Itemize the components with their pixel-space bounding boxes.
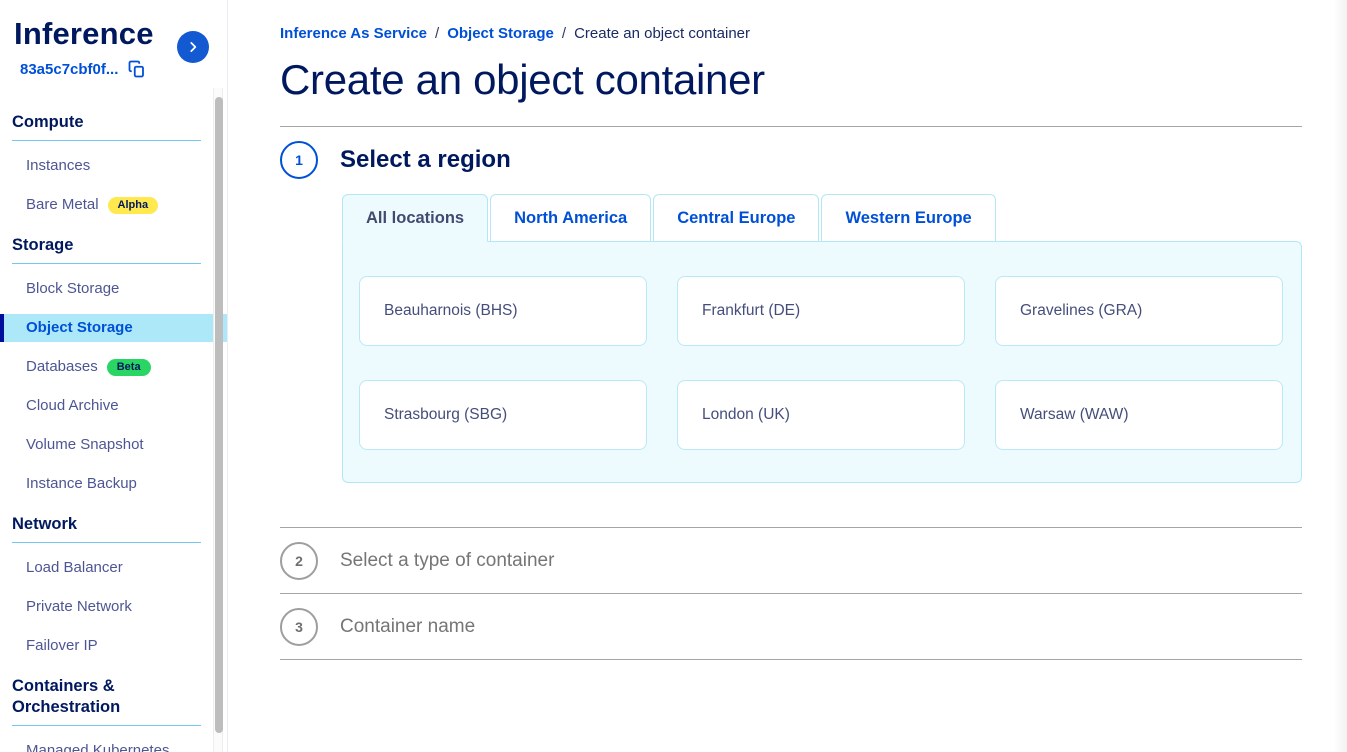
- sidebar-item-instance-backup[interactable]: Instance Backup: [0, 470, 227, 498]
- sidebar-item-label: Managed Kubernetes Service: [26, 741, 219, 752]
- section-title-network: Network: [12, 514, 201, 535]
- tab-all-locations[interactable]: All locations: [342, 194, 488, 242]
- app-window: Inference 83a5c7cbf0f...: [0, 0, 1347, 752]
- step-1-title: Select a region: [340, 146, 511, 174]
- sidebar-item-label: Block Storage: [26, 279, 119, 299]
- copy-service-id-button[interactable]: [128, 60, 146, 78]
- step-2-title: Select a type of container: [340, 550, 554, 572]
- alpha-badge: Alpha: [108, 197, 159, 214]
- chevron-right-icon: [186, 40, 200, 54]
- section-title-storage: Storage: [12, 235, 201, 256]
- step-3-number-badge: 3: [280, 608, 318, 646]
- section-underline: [12, 140, 201, 141]
- breadcrumb-current: Create an object container: [574, 25, 750, 42]
- sidebar-item-load-balancer[interactable]: Load Balancer: [0, 554, 227, 582]
- sidebar-item-instances[interactable]: Instances: [0, 152, 227, 180]
- section-underline: [12, 725, 201, 726]
- sidebar-item-label: Load Balancer: [26, 558, 123, 578]
- beta-badge: Beta: [107, 359, 151, 376]
- region-panel: Beauharnois (BHS) Frankfurt (DE) Graveli…: [342, 241, 1302, 483]
- sidebar-item-bare-metal[interactable]: Bare Metal Alpha: [0, 191, 227, 219]
- main-content: Inference As Service / Object Storage / …: [228, 0, 1347, 752]
- section-underline: [12, 263, 201, 264]
- sidebar-item-volume-snapshot[interactable]: Volume Snapshot: [0, 431, 227, 459]
- breadcrumb: Inference As Service / Object Storage / …: [280, 25, 1302, 42]
- breadcrumb-separator: /: [562, 25, 566, 42]
- step-1-number-badge: 1: [280, 141, 318, 179]
- region-card-sbg[interactable]: Strasbourg (SBG): [359, 380, 647, 450]
- sidebar-item-label: Private Network: [26, 597, 132, 617]
- sidebar-item-label: Bare Metal: [26, 195, 99, 215]
- sidebar-item-label: Object Storage: [26, 318, 133, 338]
- divider: [280, 659, 1302, 660]
- sidebar-item-cloud-archive[interactable]: Cloud Archive: [0, 392, 227, 420]
- divider: [280, 126, 1302, 127]
- breadcrumb-link-inference-as-service[interactable]: Inference As Service: [280, 25, 427, 42]
- sidebar-item-private-network[interactable]: Private Network: [0, 593, 227, 621]
- sidebar-item-label: Databases: [26, 357, 98, 377]
- step-3-title: Container name: [340, 616, 475, 638]
- region-card-bhs[interactable]: Beauharnois (BHS): [359, 276, 647, 346]
- region-card-gra[interactable]: Gravelines (GRA): [995, 276, 1283, 346]
- sidebar-nav: Compute Instances Bare Metal Alpha Stora…: [0, 88, 227, 752]
- sidebar-item-object-storage[interactable]: Object Storage: [0, 314, 227, 342]
- sidebar-item-block-storage[interactable]: Block Storage: [0, 275, 227, 303]
- sidebar-item-label: Volume Snapshot: [26, 435, 144, 455]
- sidebar-item-label: Failover IP: [26, 636, 98, 656]
- sidebar-scrollbar-track[interactable]: [213, 88, 223, 752]
- sidebar-item-managed-kubernetes[interactable]: Managed Kubernetes Service: [0, 737, 227, 752]
- sidebar-item-label: Instances: [26, 156, 90, 176]
- breadcrumb-separator: /: [435, 25, 439, 42]
- tab-western-europe[interactable]: Western Europe: [821, 194, 995, 242]
- section-title-containers-orchestration: Containers & Orchestration: [12, 676, 201, 718]
- region-card-waw[interactable]: Warsaw (WAW): [995, 380, 1283, 450]
- sidebar-scrollbar-thumb[interactable]: [215, 97, 223, 733]
- section-title-compute: Compute: [12, 112, 201, 133]
- sidebar: Inference 83a5c7cbf0f...: [0, 0, 228, 752]
- region-card-uk[interactable]: London (UK): [677, 380, 965, 450]
- step-2-select-container-type: 2 Select a type of container: [280, 528, 1302, 593]
- service-id: 83a5c7cbf0f...: [20, 61, 118, 78]
- step-2-number-badge: 2: [280, 542, 318, 580]
- copy-icon: [128, 60, 146, 78]
- step-1-select-region: 1 Select a region All locations North Am…: [280, 141, 1302, 483]
- region-card-de[interactable]: Frankfurt (DE): [677, 276, 965, 346]
- sidebar-item-label: Instance Backup: [26, 474, 137, 494]
- tab-north-america[interactable]: North America: [490, 194, 651, 242]
- sidebar-collapse-button[interactable]: [177, 31, 209, 63]
- section-underline: [12, 542, 201, 543]
- breadcrumb-link-object-storage[interactable]: Object Storage: [447, 25, 554, 42]
- page-title: Create an object container: [280, 56, 1302, 104]
- sidebar-item-failover-ip[interactable]: Failover IP: [0, 632, 227, 660]
- tab-central-europe[interactable]: Central Europe: [653, 194, 819, 242]
- sidebar-item-label: Cloud Archive: [26, 396, 119, 416]
- region-tabs: All locations North America Central Euro…: [342, 194, 1302, 242]
- step-3-container-name: 3 Container name: [280, 594, 1302, 659]
- sidebar-item-databases[interactable]: Databases Beta: [0, 353, 227, 381]
